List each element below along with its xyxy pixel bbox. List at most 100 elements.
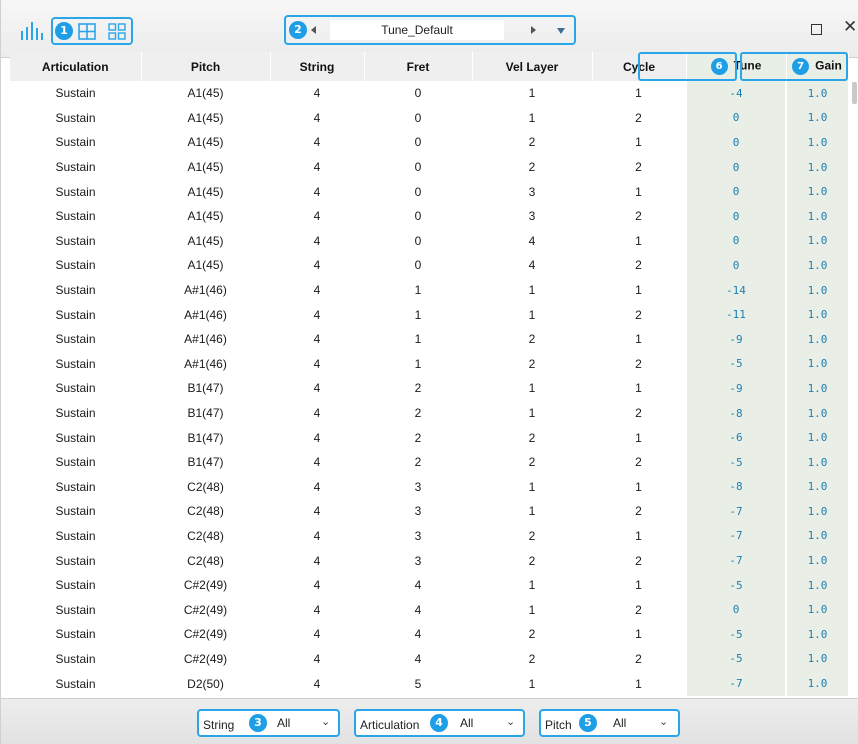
table-row[interactable]: Sustain C#2(49) 4 4 1 1 -5 1.0 <box>10 572 848 598</box>
tune-cell[interactable]: -9 <box>685 326 786 352</box>
tune-cell[interactable]: -5 <box>685 351 786 377</box>
table-row[interactable]: Sustain A1(45) 4 0 3 2 0 1.0 <box>10 203 848 229</box>
table-row[interactable]: Sustain C#2(49) 4 4 2 2 -5 1.0 <box>10 646 848 672</box>
table-row[interactable]: Sustain A#1(46) 4 1 1 2 -11 1.0 <box>10 302 848 327</box>
tune-cell[interactable]: -5 <box>685 646 786 672</box>
pitch-cell: B1(47) <box>187 455 224 470</box>
table-row[interactable]: Sustain A#1(46) 4 1 2 2 -5 1.0 <box>10 351 848 377</box>
tune-cell[interactable]: -5 <box>685 572 786 598</box>
column-header-string[interactable]: String <box>270 52 365 81</box>
table-row[interactable]: Sustain A1(45) 4 0 3 1 0 1.0 <box>10 179 848 204</box>
tune-cell[interactable]: 0 <box>685 228 786 254</box>
gain-cell[interactable]: 1.0 <box>785 351 848 377</box>
table-row[interactable]: Sustain C2(48) 4 3 2 1 -7 1.0 <box>10 523 848 549</box>
triangle-left-icon[interactable] <box>311 26 316 34</box>
table-row[interactable]: Sustain C#2(49) 4 4 1 2 0 1.0 <box>10 597 848 623</box>
gain-cell[interactable]: 1.0 <box>785 572 848 598</box>
table-row[interactable]: Sustain A#1(46) 4 1 1 1 -14 1.0 <box>10 277 848 303</box>
table-row[interactable]: Sustain A1(45) 4 0 4 1 0 1.0 <box>10 228 848 254</box>
table-row[interactable]: Sustain B1(47) 4 2 2 1 -6 1.0 <box>10 425 848 450</box>
gain-cell[interactable]: 1.0 <box>785 130 848 155</box>
tune-cell[interactable]: -7 <box>685 548 786 573</box>
gain-cell[interactable]: 1.0 <box>785 179 848 204</box>
string-filter[interactable]: String 3 All ⌄ <box>197 709 340 737</box>
tune-cell[interactable]: -5 <box>685 622 786 647</box>
gain-cell[interactable]: 1.0 <box>785 326 848 352</box>
table-row[interactable]: Sustain B1(47) 4 2 1 2 -8 1.0 <box>10 400 848 426</box>
table-row[interactable]: Sustain A1(45) 4 0 2 2 0 1.0 <box>10 154 848 180</box>
gain-cell[interactable]: 1.0 <box>785 499 848 524</box>
pitch-filter[interactable]: Pitch 5 All ⌄ <box>539 709 680 737</box>
gain-cell[interactable]: 1.0 <box>785 523 848 549</box>
gain-cell[interactable]: 1.0 <box>785 548 848 573</box>
gain-cell[interactable]: 1.0 <box>785 425 848 450</box>
table-row[interactable]: Sustain A#1(46) 4 1 2 1 -9 1.0 <box>10 326 848 352</box>
table-row[interactable]: Sustain C2(48) 4 3 2 2 -7 1.0 <box>10 548 848 573</box>
table-row[interactable]: Sustain A1(45) 4 0 1 2 0 1.0 <box>10 105 848 131</box>
table-row[interactable]: Sustain C2(48) 4 3 1 2 -7 1.0 <box>10 499 848 524</box>
table-row[interactable]: Sustain A1(45) 4 0 2 1 0 1.0 <box>10 130 848 155</box>
tune-cell[interactable]: -9 <box>685 376 786 401</box>
articulation-filter[interactable]: Articulation 4 All ⌄ <box>354 709 525 737</box>
tune-cell[interactable]: -8 <box>685 474 786 500</box>
cycle-cell: 2 <box>635 504 642 519</box>
tune-cell[interactable]: -8 <box>685 400 786 426</box>
column-header-pitch[interactable]: Pitch <box>141 52 271 81</box>
bar-chart-icon[interactable] <box>19 19 47 41</box>
gain-cell[interactable]: 1.0 <box>785 302 848 327</box>
tune-cell[interactable]: -5 <box>685 449 786 475</box>
vel-layer-cell: 1 <box>528 283 536 298</box>
gain-cell[interactable]: 1.0 <box>785 400 848 426</box>
gain-cell[interactable]: 1.0 <box>785 597 848 623</box>
triangle-right-icon[interactable] <box>531 26 536 34</box>
gain-cell[interactable]: 1.0 <box>785 277 848 303</box>
gain-cell[interactable]: 1.0 <box>785 449 848 475</box>
square-icon[interactable] <box>811 24 822 35</box>
gain-cell[interactable]: 1.0 <box>785 622 848 647</box>
gain-cell[interactable]: 1.0 <box>785 474 848 500</box>
grid-small-icon[interactable] <box>108 23 126 40</box>
tune-cell[interactable]: -11 <box>685 302 786 327</box>
tune-cell[interactable]: -6 <box>685 425 786 450</box>
gain-cell[interactable]: 1.0 <box>785 228 848 254</box>
gain-cell[interactable]: 1.0 <box>785 646 848 672</box>
table-row[interactable]: Sustain B1(47) 4 2 1 1 -9 1.0 <box>10 376 848 401</box>
tune-cell[interactable]: 0 <box>685 154 786 180</box>
tune-cell[interactable]: 0 <box>685 130 786 155</box>
gain-cell[interactable]: 1.0 <box>785 154 848 180</box>
gain-cell[interactable]: 1.0 <box>785 376 848 401</box>
grid-2x2-icon[interactable] <box>78 23 96 40</box>
articulation-cell: Sustain <box>55 356 96 371</box>
tune-cell[interactable]: -7 <box>685 671 786 696</box>
preset-selector: 2 Tune_Default <box>284 15 576 45</box>
tune-cell[interactable]: 0 <box>685 597 786 623</box>
scrollbar-thumb[interactable] <box>852 82 857 104</box>
tune-cell[interactable]: 0 <box>685 105 786 131</box>
close-icon[interactable]: ✕ <box>843 18 857 35</box>
gain-cell[interactable]: 1.0 <box>785 253 848 278</box>
tune-cell[interactable]: -14 <box>685 277 786 303</box>
triangle-down-icon[interactable] <box>557 28 565 34</box>
column-header-fret[interactable]: Fret <box>364 52 473 81</box>
tune-cell[interactable]: -4 <box>685 81 786 106</box>
column-header-vel-layer[interactable]: Vel Layer <box>472 52 593 81</box>
gain-cell[interactable]: 1.0 <box>785 81 848 106</box>
table-row[interactable]: Sustain C2(48) 4 3 1 1 -8 1.0 <box>10 474 848 500</box>
gain-cell[interactable]: 1.0 <box>785 203 848 229</box>
tune-cell[interactable]: -7 <box>685 523 786 549</box>
gain-cell[interactable]: 1.0 <box>785 105 848 131</box>
table-row[interactable]: Sustain D2(50) 4 5 1 1 -7 1.0 <box>10 671 848 696</box>
tune-cell[interactable]: 0 <box>685 203 786 229</box>
tune-cell[interactable]: 0 <box>685 253 786 278</box>
tune-cell[interactable]: 0 <box>685 179 786 204</box>
table-row[interactable]: Sustain A1(45) 4 0 1 1 -4 1.0 <box>10 81 848 106</box>
string-cell: 4 <box>313 135 321 150</box>
table-row[interactable]: Sustain A1(45) 4 0 4 2 0 1.0 <box>10 253 848 278</box>
pitch-cell: B1(47) <box>187 381 224 396</box>
table-row[interactable]: Sustain C#2(49) 4 4 2 1 -5 1.0 <box>10 622 848 647</box>
preset-name[interactable]: Tune_Default <box>330 20 504 40</box>
table-row[interactable]: Sustain B1(47) 4 2 2 2 -5 1.0 <box>10 449 848 475</box>
column-header-articulation[interactable]: Articulation <box>10 52 142 81</box>
gain-cell[interactable]: 1.0 <box>785 671 848 696</box>
tune-cell[interactable]: -7 <box>685 499 786 524</box>
